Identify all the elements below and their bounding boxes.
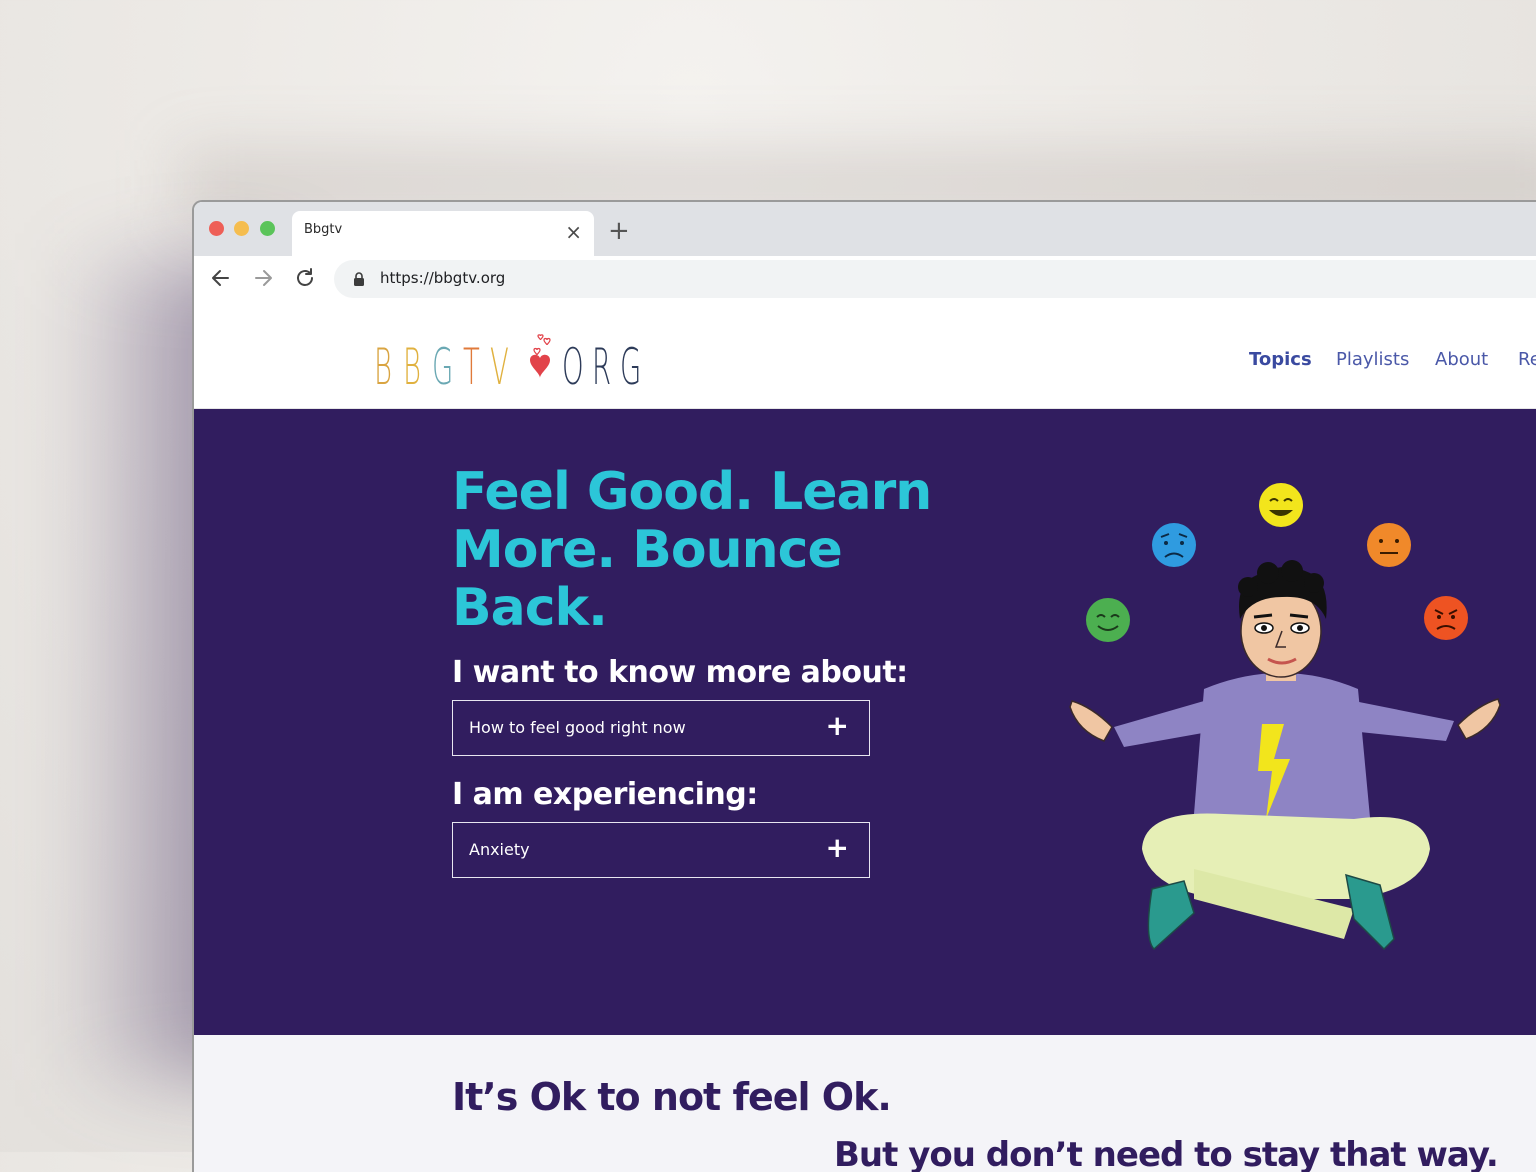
logo-letter: V <box>490 338 509 396</box>
site-logo[interactable]: B B G T V O R G <box>374 316 664 400</box>
address-bar[interactable]: https://bbgtv.org <box>334 260 1536 298</box>
know-more-dropdown[interactable]: How to feel good right now + <box>452 700 870 756</box>
minimize-window-button[interactable] <box>234 221 249 236</box>
browser-tab[interactable]: Bbgtv × <box>292 211 594 256</box>
hero-title: Feel Good. Learn More. Bounce Back. <box>452 462 932 638</box>
neutral-face-icon <box>1367 523 1411 567</box>
new-tab-button[interactable]: + <box>608 217 630 245</box>
maximize-window-button[interactable] <box>260 221 275 236</box>
reload-icon[interactable] <box>292 265 318 291</box>
tab-title: Bbgtv <box>304 222 343 237</box>
experiencing-label: I am experiencing: <box>452 777 758 812</box>
nav-resources[interactable]: Re <box>1518 349 1536 370</box>
experiencing-value: Anxiety <box>469 840 530 859</box>
angry-face-icon <box>1424 596 1468 640</box>
logo-letter: T <box>463 338 480 396</box>
close-icon[interactable]: × <box>565 220 582 244</box>
browser-window: Bbgtv × + https://bbgtv.org B B G T V O … <box>192 200 1536 1172</box>
logo-letter: G <box>432 338 454 396</box>
lock-icon <box>354 272 364 286</box>
logo-letter: B <box>403 338 422 396</box>
worried-face-icon <box>1152 523 1196 567</box>
browser-toolbar: https://bbgtv.org <box>194 256 1536 302</box>
forward-arrow-icon[interactable] <box>250 265 276 291</box>
know-more-value: How to feel good right now <box>469 718 686 737</box>
lower-subtitle: But you don’t need to stay that way. <box>834 1135 1499 1172</box>
know-more-label: I want to know more about: <box>452 655 908 690</box>
heart-icon <box>530 334 551 378</box>
nav-about[interactable]: About <box>1435 349 1488 370</box>
experiencing-dropdown[interactable]: Anxiety + <box>452 822 870 878</box>
nav-topics[interactable]: Topics <box>1249 349 1312 370</box>
logo-letter: R <box>592 338 612 396</box>
lower-title: It’s Ok to not feel Ok. <box>452 1075 892 1119</box>
logo-letter: O <box>562 338 584 396</box>
logo-letter: B <box>374 338 393 396</box>
grinning-face-icon <box>1259 483 1303 527</box>
happy-face-icon <box>1086 598 1130 642</box>
plus-icon: + <box>825 831 849 864</box>
meditating-person-illustration <box>1069 483 1501 951</box>
hero-section: Feel Good. Learn More. Bounce Back. I wa… <box>194 409 1536 1035</box>
nav-playlists[interactable]: Playlists <box>1336 349 1409 370</box>
back-arrow-icon[interactable] <box>208 265 234 291</box>
lower-section: It’s Ok to not feel Ok. But you don’t ne… <box>194 1035 1536 1172</box>
logo-letter: G <box>620 338 642 396</box>
site-header: B B G T V O R G Topics Playlists About R… <box>194 302 1536 409</box>
url-text: https://bbgtv.org <box>380 269 506 287</box>
close-window-button[interactable] <box>209 221 224 236</box>
plus-icon: + <box>825 709 849 742</box>
tab-bar: Bbgtv × + <box>194 202 1536 256</box>
